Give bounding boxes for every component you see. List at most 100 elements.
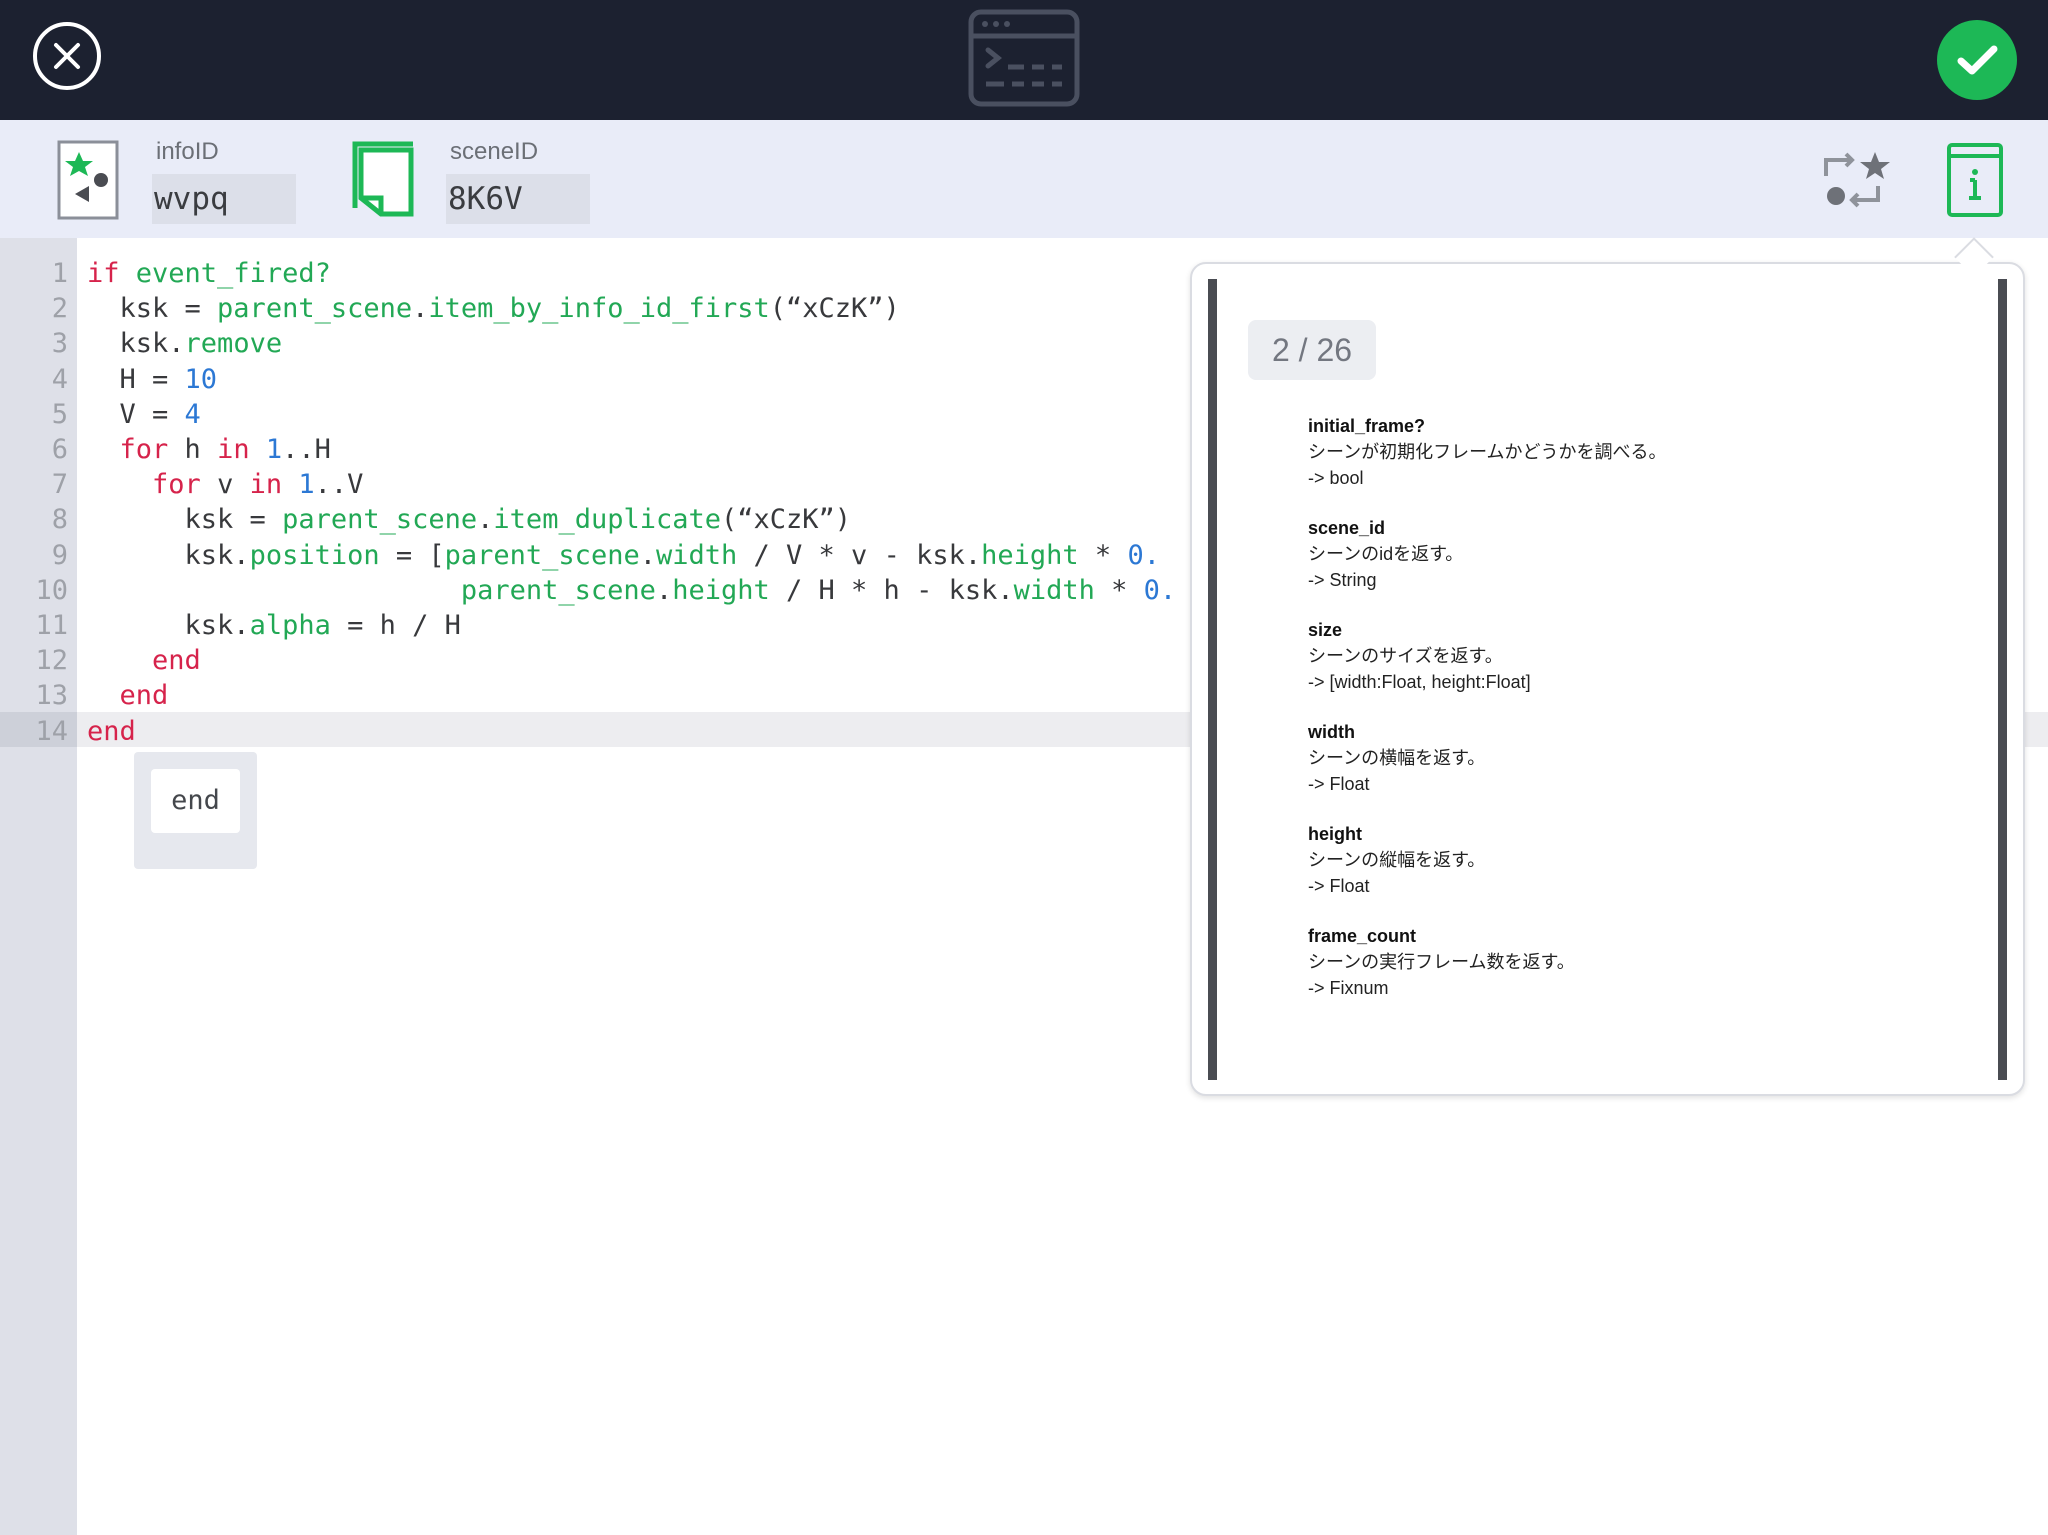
swap-items-icon	[1824, 152, 1890, 208]
line-number: 3	[51, 328, 68, 359]
checkmark-icon	[1957, 45, 1998, 75]
scene-id-field[interactable]: 8K6V	[446, 174, 590, 224]
plain-token: ..H	[282, 434, 331, 465]
method-name: frame_count	[1308, 926, 1417, 946]
info-id-field[interactable]: wvpq	[152, 174, 296, 224]
code-text: end	[87, 678, 169, 713]
code-line[interactable]: 4 H = 10	[0, 362, 1190, 397]
line-number: 5	[51, 399, 68, 430]
code-line[interactable]: 8 ksk = parent_scene.item_duplicate(“xCz…	[0, 502, 1190, 537]
scene-id-label: sceneID	[450, 138, 539, 165]
id-bar: infoID wvpq sceneID 8K6V	[0, 120, 2048, 238]
method-token: parent_scene	[282, 504, 478, 535]
reference-entry[interactable]: width シーンの横幅を返す。 -> Float	[1308, 719, 1968, 797]
return-type: -> Float	[1308, 876, 1370, 896]
method-name: scene_id	[1308, 518, 1386, 538]
keyword-token: end	[119, 680, 169, 711]
plain-token: ksk.	[87, 540, 250, 571]
done-button[interactable]	[1937, 20, 2017, 100]
popover-left-rail	[1208, 279, 1217, 1080]
method-description: シーンが初期化フレームかどうかを調べる。	[1308, 442, 1667, 462]
plain-token: *	[1078, 540, 1128, 571]
method-description: シーンのidを返す。	[1308, 544, 1464, 564]
keyword-token: for	[152, 469, 201, 500]
method-token: height	[672, 575, 770, 606]
method-description: シーンのサイズを返す。	[1308, 646, 1503, 666]
number-token: 4	[184, 399, 201, 430]
popover-right-rail	[1998, 279, 2007, 1080]
method-token: item_by_info_id_first	[428, 293, 770, 324]
autocomplete-suggestion[interactable]: end	[151, 769, 240, 833]
plain-token: h	[168, 434, 218, 465]
code-text: for h in 1..H	[87, 432, 331, 467]
close-button[interactable]	[33, 22, 101, 90]
reference-entry[interactable]: height シーンの縦幅を返す。 -> Float	[1308, 821, 1968, 899]
number-token: 1	[298, 469, 315, 500]
plain-token: ksk =	[87, 504, 283, 535]
plain-token: v	[200, 469, 250, 500]
line-number: 9	[51, 540, 68, 571]
line-number: 6	[51, 434, 68, 465]
code-line[interactable]: 1 if event_fired?	[0, 256, 1190, 291]
code-text: H = 10	[87, 362, 218, 397]
line-number: 8	[51, 504, 68, 535]
plain-token: *	[1094, 575, 1144, 606]
scene-document-icon[interactable]	[347, 140, 419, 220]
code-text: V = 4	[87, 397, 201, 432]
plain-token: .	[639, 540, 656, 571]
code-line[interactable]: 7 for v in 1..V	[0, 467, 1190, 502]
code-line[interactable]: 5 V = 4	[0, 397, 1190, 432]
info-id-label: infoID	[156, 138, 219, 165]
plain-token: V =	[87, 399, 185, 430]
return-type: -> bool	[1308, 468, 1364, 488]
code-line[interactable]: 14 end	[0, 714, 1190, 749]
reference-entry[interactable]: initial_frame? シーンが初期化フレームかどうかを調べる。 -> boo…	[1308, 413, 1968, 491]
plain-token: ksk.	[87, 610, 250, 641]
plain-token: / H * h - ksk.	[769, 575, 1014, 606]
keyword-token: in	[249, 469, 283, 500]
method-token: item_duplicate	[493, 504, 721, 535]
keyword-token: if	[87, 258, 120, 289]
line-number: 13	[35, 680, 68, 711]
reference-entry[interactable]: scene_id シーンのidを返す。 -> String	[1308, 515, 1968, 593]
plain-token: ksk =	[87, 293, 218, 324]
method-name: size	[1308, 620, 1343, 640]
code-line[interactable]: 6 for h in 1..H	[0, 432, 1190, 467]
plain-token: = h / H	[330, 610, 461, 641]
code-text: ksk = parent_scene.item_by_info_id_first…	[87, 291, 900, 326]
method-token: event_fired?	[135, 258, 331, 289]
plain-token: = [	[379, 540, 445, 571]
code-line[interactable]: 10 parent_scene.height / H * h - ksk.wid…	[0, 573, 1190, 608]
reference-entry[interactable]: size シーンのサイズを返す。 -> [width:Float, height:F…	[1308, 617, 1968, 695]
method-description: シーンの縦幅を返す。	[1308, 850, 1486, 870]
code-text: ksk = parent_scene.item_duplicate(“xCzK”…	[87, 502, 852, 537]
plain-token: (“xCzK”)	[721, 504, 852, 535]
method-token: parent_scene	[460, 575, 656, 606]
keyword-token: end	[152, 645, 201, 676]
code-line[interactable]: 9 ksk.position = [parent_scene.width / V…	[0, 538, 1190, 573]
code-line[interactable]: 11 ksk.alpha = h / H	[0, 608, 1190, 643]
method-token: parent_scene	[444, 540, 640, 571]
keyword-token: for	[119, 434, 169, 465]
return-type: -> String	[1308, 570, 1377, 590]
method-name: initial_frame?	[1308, 416, 1426, 436]
code-line[interactable]: 12 end	[0, 643, 1190, 678]
reference-entry[interactable]: frame_count シーンの実行フレーム数を返す。 -> Fixnum	[1308, 923, 1968, 1001]
code-text: end	[87, 714, 136, 749]
keyword-token: end	[87, 716, 136, 747]
line-number: 12	[35, 645, 68, 676]
top-toolbar	[0, 0, 2048, 120]
code-line[interactable]: 13 end	[0, 678, 1190, 713]
code-line[interactable]: 2 ksk = parent_scene.item_by_info_id_fir…	[0, 291, 1190, 326]
code-text: if event_fired?	[87, 256, 331, 291]
info-item-icon[interactable]	[57, 140, 119, 220]
method-name: height	[1308, 824, 1362, 844]
method-token: width	[655, 540, 738, 571]
method-token: width	[1013, 575, 1095, 606]
method-token: remove	[184, 328, 283, 359]
code-text: ksk.remove	[87, 326, 283, 361]
code-line[interactable]: 3 ksk.remove	[0, 326, 1190, 361]
